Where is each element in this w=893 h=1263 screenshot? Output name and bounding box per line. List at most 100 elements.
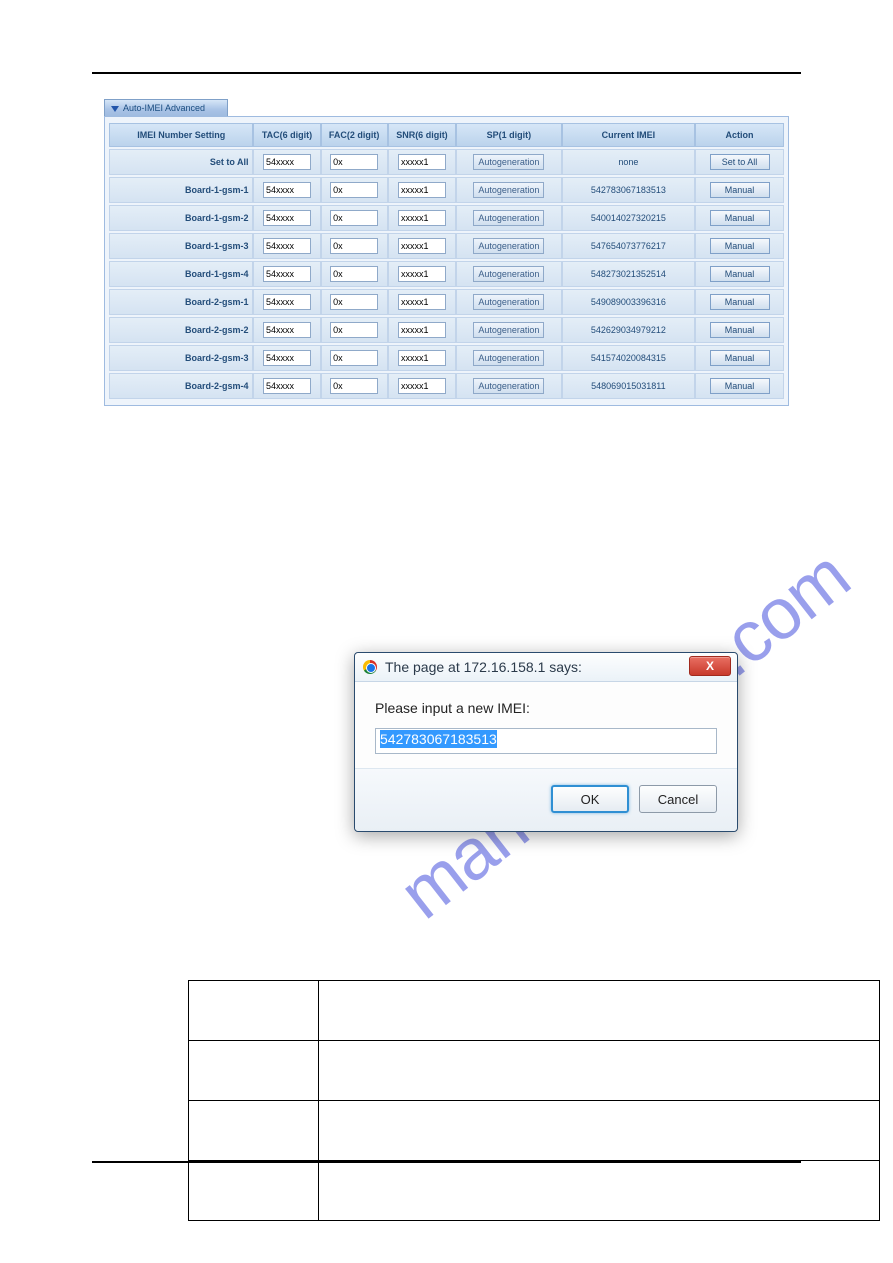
manual-button[interactable]: Manual bbox=[710, 350, 770, 366]
manual-button[interactable]: Manual bbox=[710, 378, 770, 394]
desc-cell bbox=[319, 981, 880, 1041]
fac-input[interactable] bbox=[330, 154, 378, 170]
autogeneration-button[interactable]: Autogeneration bbox=[473, 238, 544, 254]
desc-cell bbox=[189, 981, 319, 1041]
autogeneration-button[interactable]: Autogeneration bbox=[473, 210, 544, 226]
action-cell: Manual bbox=[695, 233, 784, 259]
fac-cell bbox=[321, 261, 388, 287]
fac-input[interactable] bbox=[330, 182, 378, 198]
snr-cell bbox=[388, 289, 456, 315]
fac-cell bbox=[321, 205, 388, 231]
tac-input[interactable] bbox=[263, 266, 311, 282]
current-imei: none bbox=[562, 149, 695, 175]
action-cell: Manual bbox=[695, 177, 784, 203]
tac-input[interactable] bbox=[263, 350, 311, 366]
prompt-titlebar: The page at 172.16.158.1 says: X bbox=[355, 653, 737, 682]
manual-button[interactable]: Manual bbox=[710, 266, 770, 282]
sp-cell: Autogeneration bbox=[456, 177, 562, 203]
prompt-cancel-button[interactable]: Cancel bbox=[639, 785, 717, 813]
prompt-body: Please input a new IMEI: 542783067183513 bbox=[355, 682, 737, 768]
snr-input[interactable] bbox=[398, 294, 446, 310]
table-row: Board-2-gsm-4Autogeneration5480690150318… bbox=[109, 373, 784, 399]
table-row: Board-2-gsm-2 Autogeneration 5426290349792… bbox=[109, 317, 784, 343]
row-label: Board-2-gsm-2 bbox=[109, 317, 253, 343]
autogeneration-button[interactable]: Autogeneration bbox=[473, 154, 544, 170]
auto-imei-panel: Auto-IMEI Advanced IMEI Number Setting T… bbox=[104, 98, 789, 406]
manual-button[interactable]: Manual bbox=[710, 238, 770, 254]
autogeneration-button[interactable]: Autogeneration bbox=[473, 182, 544, 198]
fac-input[interactable] bbox=[330, 294, 378, 310]
tac-input[interactable] bbox=[263, 154, 311, 170]
set-to-all-button[interactable]: Set to All bbox=[710, 154, 770, 170]
tac-cell bbox=[253, 317, 320, 343]
manual-button[interactable]: Manual bbox=[710, 210, 770, 226]
tac-cell bbox=[253, 345, 320, 371]
sp-cell: Autogeneration bbox=[456, 261, 562, 287]
desc-row bbox=[189, 1101, 880, 1161]
fac-cell bbox=[321, 345, 388, 371]
current-imei: 542783067183513 bbox=[562, 177, 695, 203]
prompt-ok-button[interactable]: OK bbox=[551, 785, 629, 813]
desc-cell bbox=[319, 1161, 880, 1221]
current-imei: 541574020084315 bbox=[562, 345, 695, 371]
tac-cell bbox=[253, 373, 320, 399]
sp-cell: Autogeneration bbox=[456, 345, 562, 371]
hdr-tac: TAC(6 digit) bbox=[253, 123, 320, 147]
table-row: Board-1-gsm-4Autogeneration5482730213525… bbox=[109, 261, 784, 287]
action-cell: Manual bbox=[695, 289, 784, 315]
sp-cell: Autogeneration bbox=[456, 317, 562, 343]
manual-button[interactable]: Manual bbox=[710, 294, 770, 310]
snr-cell bbox=[388, 149, 456, 175]
tac-input[interactable] bbox=[263, 294, 311, 310]
snr-input[interactable] bbox=[398, 182, 446, 198]
autogeneration-button[interactable]: Autogeneration bbox=[473, 350, 544, 366]
prompt-close-button[interactable]: X bbox=[689, 656, 731, 676]
fac-input[interactable] bbox=[330, 378, 378, 394]
desc-cell bbox=[189, 1041, 319, 1101]
sp-cell: Autogeneration bbox=[456, 149, 562, 175]
snr-input[interactable] bbox=[398, 378, 446, 394]
tac-input[interactable] bbox=[263, 182, 311, 198]
auto-imei-tab[interactable]: Auto-IMEI Advanced bbox=[104, 99, 228, 116]
row-label: Board-2-gsm-1 bbox=[109, 289, 253, 315]
autogeneration-button[interactable]: Autogeneration bbox=[473, 266, 544, 282]
snr-input[interactable] bbox=[398, 350, 446, 366]
prompt-input-value: 542783067183513 bbox=[380, 730, 497, 748]
autogeneration-button[interactable]: Autogeneration bbox=[473, 294, 544, 310]
prompt-input[interactable]: 542783067183513 bbox=[375, 728, 717, 754]
fac-cell bbox=[321, 317, 388, 343]
tac-input[interactable] bbox=[263, 210, 311, 226]
desc-cell bbox=[189, 1161, 319, 1221]
fac-input[interactable] bbox=[330, 350, 378, 366]
tac-cell bbox=[253, 149, 320, 175]
desc-cell bbox=[189, 1101, 319, 1161]
autogeneration-button[interactable]: Autogeneration bbox=[473, 322, 544, 338]
current-imei: 542629034979212 bbox=[562, 317, 695, 343]
snr-input[interactable] bbox=[398, 238, 446, 254]
fac-input[interactable] bbox=[330, 210, 378, 226]
snr-cell bbox=[388, 345, 456, 371]
snr-input[interactable] bbox=[398, 210, 446, 226]
desc-row bbox=[189, 981, 880, 1041]
sp-cell: Autogeneration bbox=[456, 233, 562, 259]
tac-input[interactable] bbox=[263, 322, 311, 338]
prompt-message: Please input a new IMEI: bbox=[375, 700, 717, 716]
snr-input[interactable] bbox=[398, 322, 446, 338]
action-cell: Manual bbox=[695, 261, 784, 287]
manual-button[interactable]: Manual bbox=[710, 322, 770, 338]
fac-input[interactable] bbox=[330, 238, 378, 254]
fac-input[interactable] bbox=[330, 266, 378, 282]
snr-input[interactable] bbox=[398, 154, 446, 170]
chrome-icon bbox=[363, 660, 377, 674]
snr-cell bbox=[388, 373, 456, 399]
tac-input[interactable] bbox=[263, 238, 311, 254]
table-row: Board-1-gsm-1Autogeneration5427830671835… bbox=[109, 177, 784, 203]
snr-input[interactable] bbox=[398, 266, 446, 282]
fac-cell bbox=[321, 373, 388, 399]
fac-cell bbox=[321, 289, 388, 315]
tac-cell bbox=[253, 289, 320, 315]
manual-button[interactable]: Manual bbox=[710, 182, 770, 198]
autogeneration-button[interactable]: Autogeneration bbox=[473, 378, 544, 394]
fac-input[interactable] bbox=[330, 322, 378, 338]
tac-input[interactable] bbox=[263, 378, 311, 394]
